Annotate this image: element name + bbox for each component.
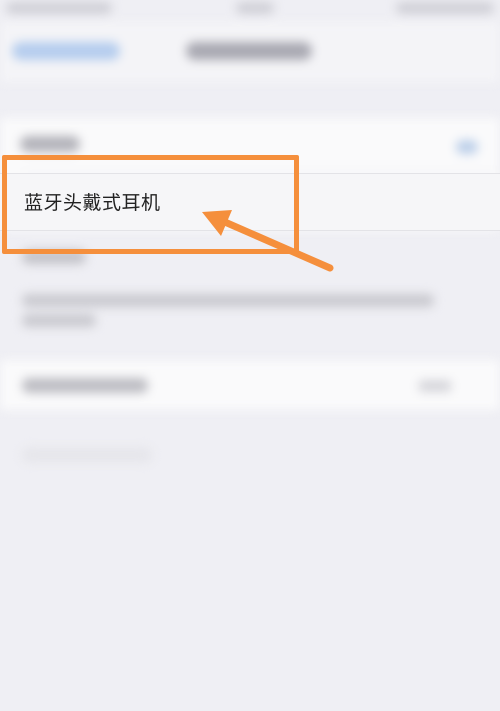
- navigation-bar: [0, 22, 500, 82]
- name-row-value[interactable]: [456, 140, 478, 154]
- nav-title: [186, 42, 312, 60]
- status-bar: [0, 0, 500, 22]
- forget-device-group: [0, 360, 500, 410]
- name-row-label: [20, 136, 80, 152]
- highlight-box: [2, 155, 299, 254]
- forget-device-row[interactable]: [22, 378, 148, 393]
- section-footer-line: [22, 314, 96, 327]
- section-footer-line: [22, 294, 434, 307]
- faint-footer-text: [22, 448, 152, 462]
- status-carrier: [6, 2, 112, 14]
- status-battery: [396, 2, 494, 14]
- status-time: [236, 2, 274, 14]
- row-accessory: [418, 380, 452, 392]
- blurred-settings-screen: [0, 0, 500, 711]
- back-button[interactable]: [12, 42, 120, 60]
